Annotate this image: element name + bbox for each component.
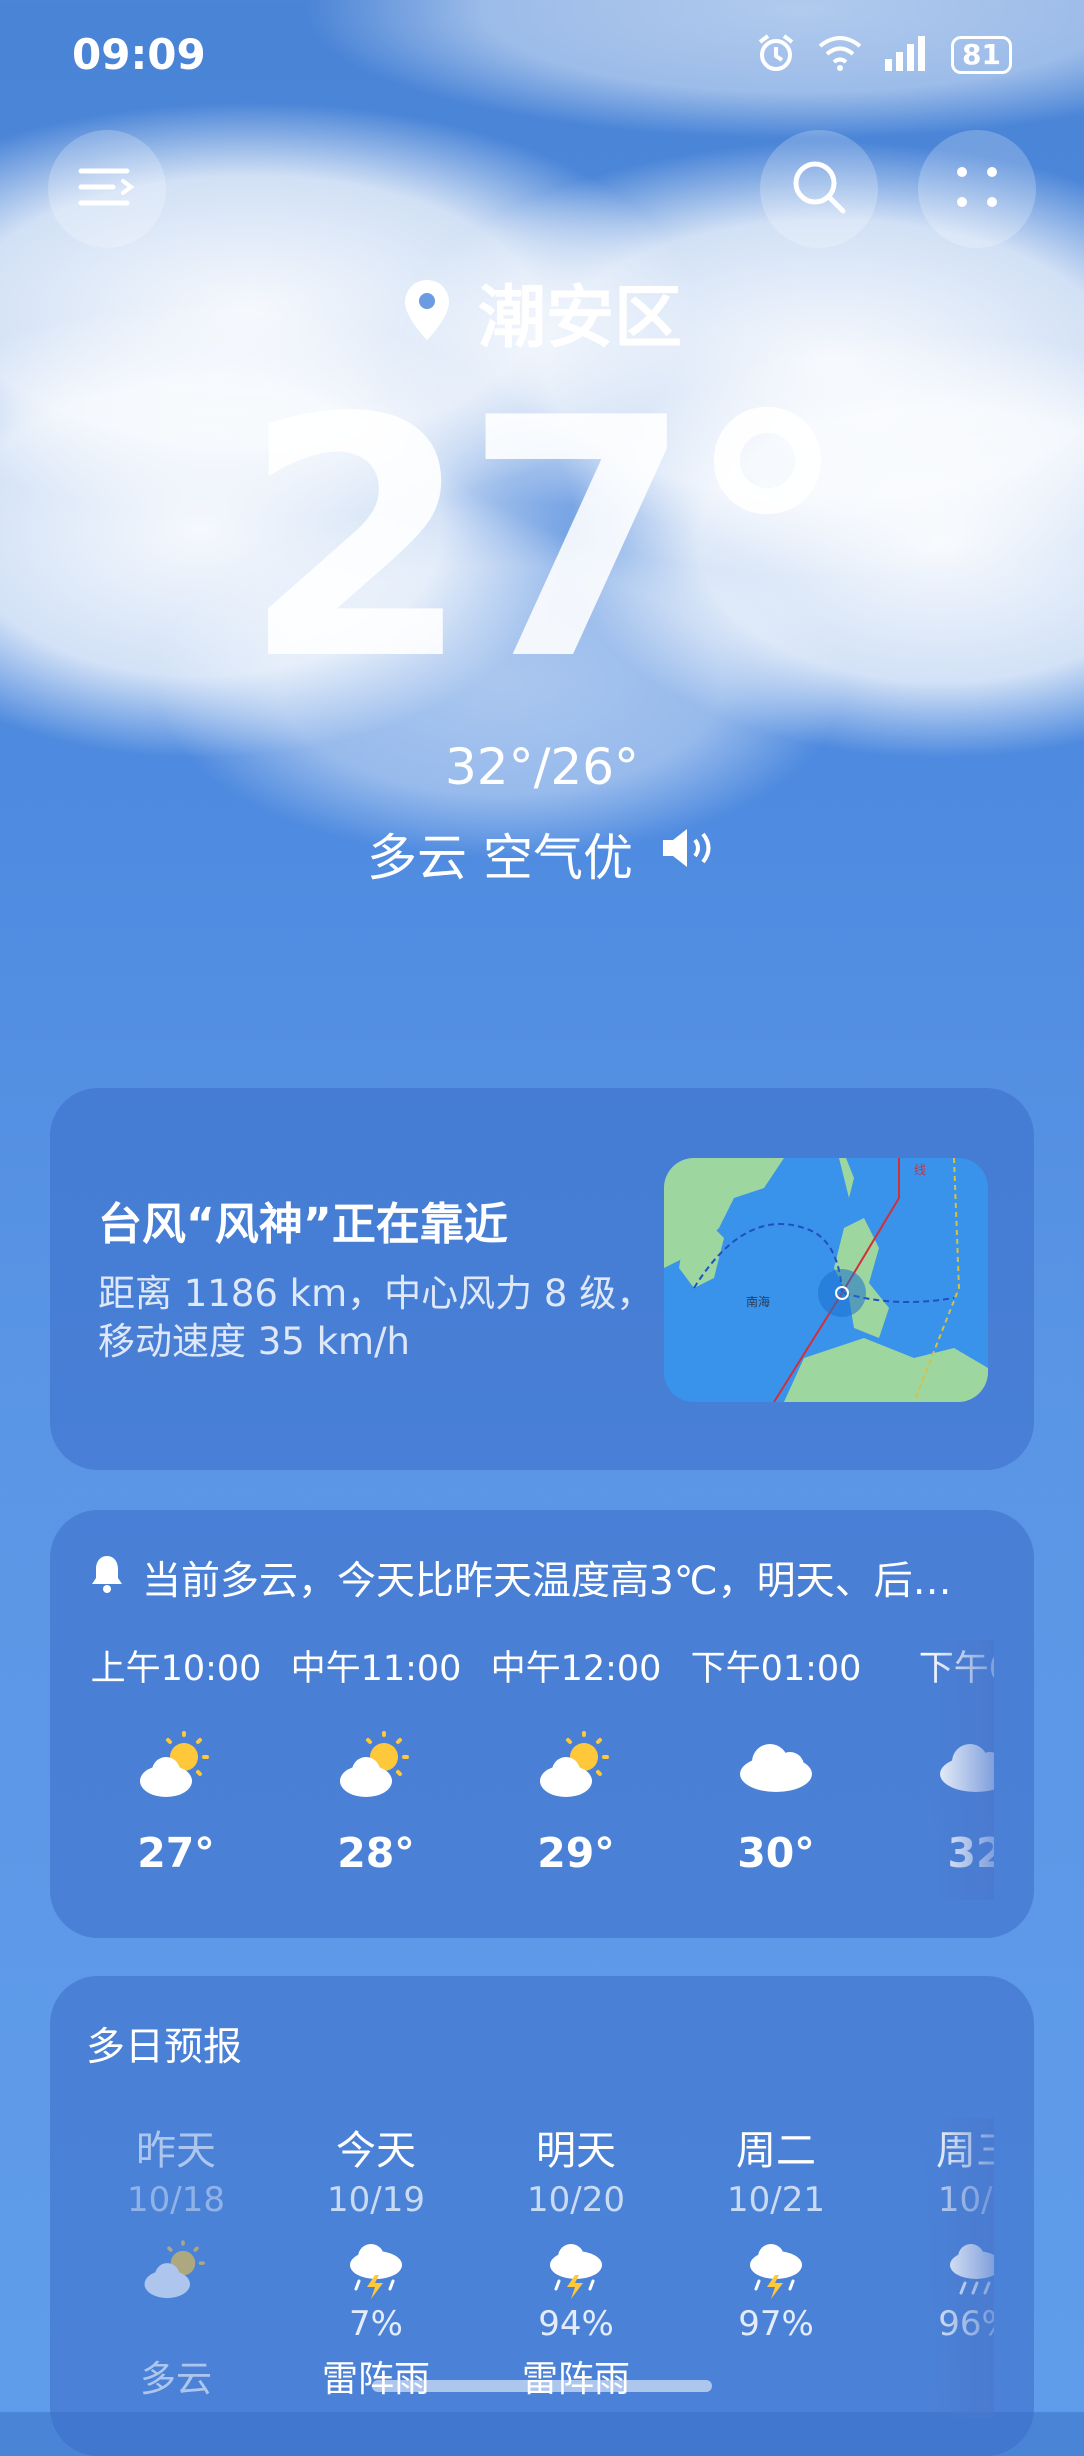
alarm-icon: [755, 32, 797, 78]
day-date: 10/21: [727, 2180, 825, 2220]
day-item[interactable]: 昨天 10/18 多云: [76, 2118, 276, 2402]
day-name: 昨天: [136, 2128, 216, 2174]
day-condition: 雷阵雨: [276, 2350, 476, 2402]
typhoon-description: 距离 1186 km，中心风力 8 级，移动速度 35 km/h: [98, 1272, 654, 1363]
thunderstorm-icon: [276, 2238, 476, 2304]
hour-time: 中午12:00: [490, 1649, 662, 1689]
daily-list[interactable]: 昨天 10/18 多云 今天 10/19 7% 雷阵雨 明天 10/20 94%…: [50, 2118, 994, 2418]
day-date: 10/20: [527, 2180, 625, 2220]
location-pin-icon: [402, 278, 452, 346]
battery-indicator: 81: [951, 36, 1012, 74]
hour-temp: 27°: [137, 1829, 215, 1877]
day-name: 明天: [536, 2128, 616, 2174]
hourly-list[interactable]: 上午10:00 27° 中午11:00 28° 中午12:00 29° 下午01…: [50, 1640, 994, 1900]
partly-cloudy-icon: [76, 2238, 276, 2304]
day-precipitation: [76, 2304, 276, 2344]
day-name: 周二: [736, 2128, 816, 2174]
location-header[interactable]: 潮安区: [0, 262, 1084, 361]
temperature-range: 32°/26°: [444, 738, 640, 796]
partly-cloudy-icon: [76, 1721, 276, 1811]
hour-temp: 29°: [537, 1829, 615, 1877]
hourly-forecast-card[interactable]: 当前多云，今天比昨天温度高3℃，明天、后… 上午10:00 27° 中午11:0…: [50, 1510, 1034, 1938]
partly-cloudy-icon: [476, 1721, 676, 1811]
day-date: 10/18: [127, 2180, 225, 2220]
hour-item: 中午12:00 29°: [476, 1640, 676, 1877]
condition-row: 多云 空气优: [0, 818, 1084, 890]
map-line-label: 线: [914, 1163, 926, 1177]
signal-icon: [883, 35, 931, 75]
current-temperature: 27°: [241, 348, 850, 732]
search-icon: [790, 158, 848, 220]
scroll-fade: [924, 2118, 994, 2418]
wifi-icon: [817, 34, 863, 76]
day-condition: 雷阵雨: [476, 2350, 676, 2402]
day-item[interactable]: 明天 10/20 94% 雷阵雨: [476, 2118, 676, 2402]
location-name: 潮安区: [477, 279, 682, 358]
hour-item: 上午10:00 27°: [76, 1640, 276, 1877]
typhoon-title: 台风“风神”正在靠近: [98, 1199, 508, 1250]
more-button[interactable]: [918, 130, 1036, 248]
speaker-icon: [662, 829, 711, 867]
day-date: 10/19: [327, 2180, 425, 2220]
scroll-fade: [924, 1640, 994, 1900]
menu-button[interactable]: [48, 130, 166, 248]
hour-temp: 30°: [737, 1829, 815, 1877]
hour-temp: 28°: [337, 1829, 415, 1877]
day-precipitation: 97%: [738, 2304, 814, 2344]
thunderstorm-icon: [676, 2238, 876, 2304]
hour-item: 中午11:00 28°: [276, 1640, 476, 1877]
day-precipitation: 7%: [349, 2304, 403, 2344]
day-item[interactable]: 今天 10/19 7% 雷阵雨: [276, 2118, 476, 2402]
speaker-button[interactable]: [659, 825, 717, 883]
hour-time: 下午01:00: [690, 1649, 862, 1689]
day-condition: 多云: [139, 2359, 212, 2400]
hour-time: 上午10:00: [90, 1649, 262, 1689]
search-button[interactable]: [760, 130, 878, 248]
cloudy-icon: [676, 1721, 876, 1811]
day-name: 今天: [336, 2128, 416, 2174]
status-bar: 09:09 81: [0, 0, 1084, 110]
more-dots-icon: [952, 162, 1002, 216]
typhoon-map[interactable]: 南海 线: [664, 1158, 988, 1402]
hour-item: 下午01:00 30°: [676, 1640, 876, 1877]
hourly-note: 当前多云，今天比昨天温度高3℃，明天、后…: [90, 1550, 1000, 1606]
map-sea-label: 南海: [746, 1294, 770, 1309]
home-indicator[interactable]: [372, 2380, 712, 2392]
status-icons: 81: [755, 32, 1012, 78]
status-time: 09:09: [72, 30, 206, 79]
bell-icon: [90, 1553, 124, 1603]
day-precipitation: 94%: [538, 2304, 614, 2344]
typhoon-card[interactable]: 台风“风神”正在靠近 距离 1186 km，中心风力 8 级，移动速度 35 k…: [50, 1088, 1034, 1470]
hourly-note-text: 当前多云，今天比昨天温度高3℃，明天、后…: [142, 1559, 952, 1604]
hour-time: 中午11:00: [290, 1649, 462, 1689]
condition-text: 多云 空气优: [367, 829, 633, 887]
thunderstorm-icon: [476, 2238, 676, 2304]
menu-icon: [77, 165, 137, 213]
daily-title: 多日预报: [86, 2025, 243, 2070]
day-item[interactable]: 周二 10/21 97%: [676, 2118, 876, 2350]
partly-cloudy-icon: [276, 1721, 476, 1811]
